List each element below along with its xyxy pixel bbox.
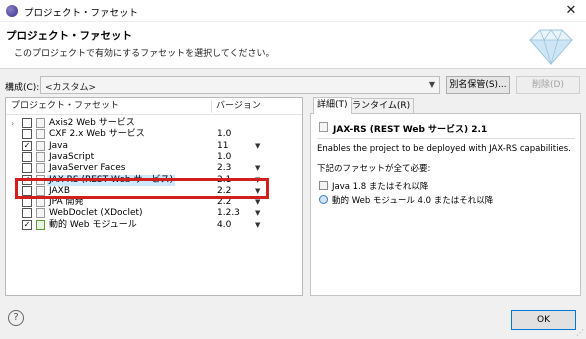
expand-chevron-icon[interactable]: › <box>11 118 14 129</box>
eclipse-icon <box>6 5 18 17</box>
chevron-down-icon: ▼ <box>428 80 435 89</box>
version-dropdown-icon[interactable]: ▼ <box>255 141 260 152</box>
requirements-label: 下記のファセットが全て必要: <box>317 164 431 174</box>
requirement-text: Java 1.8 またはそれ以降 <box>332 182 429 192</box>
folder-icon <box>36 118 45 128</box>
file-icon <box>36 197 45 208</box>
facet-name: Java <box>49 140 69 151</box>
facet-checkbox[interactable] <box>22 208 32 219</box>
details-description: Enables the project to be deployed with … <box>317 144 571 154</box>
facet-version[interactable]: 1.0 <box>217 129 231 140</box>
facet-checkbox[interactable] <box>22 129 32 140</box>
table-header: プロジェクト・ファセット バージョン <box>6 98 302 115</box>
facet-name: JavaScript <box>49 151 95 162</box>
file-icon <box>36 174 45 185</box>
facet-row[interactable]: ✓ JAX-RS (REST Web サービス) 2.1 ▼ <box>6 174 302 186</box>
facet-checkbox[interactable] <box>22 118 32 128</box>
column-header-facet[interactable]: プロジェクト・ファセット <box>11 98 119 115</box>
facet-name: JavaServer Faces <box>49 163 126 174</box>
version-dropdown-icon[interactable]: ▼ <box>255 175 260 186</box>
globe-icon <box>319 195 328 204</box>
file-icon <box>36 151 45 162</box>
facet-row[interactable]: › Axis2 Web サービス <box>6 118 302 129</box>
facet-row[interactable]: WebDoclet (XDoclet) 1.2.3 ▼ <box>6 208 302 219</box>
version-dropdown-icon[interactable]: ▼ <box>255 186 260 197</box>
facet-table: プロジェクト・ファセット バージョン › Axis2 Web サービス CXF 2.… <box>5 97 303 296</box>
java-icon <box>36 140 45 151</box>
facet-row[interactable]: ✓ Java 11 ▼ <box>6 140 302 152</box>
facet-row[interactable]: ✓ 動的 Web モジュール 4.0 ▼ <box>6 219 302 231</box>
facet-checkbox[interactable]: ✓ <box>22 174 32 185</box>
file-icon <box>36 129 45 140</box>
facet-name: JPA 開発 <box>49 197 84 208</box>
facet-version[interactable]: 2.1 <box>217 175 231 186</box>
facet-version[interactable]: 2.2 <box>217 197 231 208</box>
facet-version[interactable]: 1.0 <box>217 152 231 163</box>
diamond-icon <box>529 29 573 66</box>
configuration-select[interactable]: <カスタム> ▼ <box>40 76 440 94</box>
close-icon[interactable]: ✕ <box>556 0 586 22</box>
facet-checkbox[interactable] <box>22 185 32 196</box>
configuration-row: 構成(C): <カスタム> ▼ 別名保管(S)... 削除(D) <box>0 75 586 95</box>
facet-row[interactable]: JavaScript 1.0 <box>6 151 302 163</box>
facet-name: JAX-RS (REST Web サービス) <box>47 174 175 186</box>
details-panel: 詳細(T) ランタイム(R) JAX-RS (REST Web サービス) 2.… <box>310 97 581 296</box>
facet-version[interactable]: 4.0 <box>217 220 231 231</box>
version-dropdown-icon[interactable]: ▼ <box>255 220 260 231</box>
facet-checkbox[interactable] <box>22 197 32 208</box>
help-icon[interactable]: ? <box>8 310 24 326</box>
version-dropdown-icon[interactable]: ▼ <box>255 208 260 219</box>
facet-checkbox[interactable] <box>22 163 32 174</box>
facet-row[interactable]: JavaServer Faces 2.3 ▼ <box>6 163 302 174</box>
page-subtitle: このプロジェクトで有効にするファセットを選択してください。 <box>14 49 275 59</box>
dialog-header: プロジェクト・ファセット このプロジェクトで有効にするファセットを選択してくださ… <box>0 22 586 69</box>
web-icon <box>36 219 45 230</box>
details-title: JAX-RS (REST Web サービス) 2.1 <box>333 125 488 135</box>
requirement-item: 動的 Web モジュール 4.0 またはそれ以降 <box>319 194 493 206</box>
details-body: JAX-RS (REST Web サービス) 2.1 Enables the p… <box>310 113 581 296</box>
file-icon <box>36 208 45 219</box>
facet-row[interactable]: JAXB 2.2 ▼ <box>6 185 302 197</box>
facet-version[interactable]: 1.2.3 <box>217 208 240 219</box>
tab-runtimes[interactable]: ランタイム(R) <box>348 98 415 113</box>
configuration-value: <カスタム> <box>45 83 97 93</box>
version-dropdown-icon[interactable]: ▼ <box>255 197 260 208</box>
divider <box>317 138 575 139</box>
requirement-text: 動的 Web モジュール 4.0 またはそれ以降 <box>332 196 494 206</box>
delete-button[interactable]: 削除(D) <box>516 76 580 94</box>
facet-name: 動的 Web モジュール <box>49 219 137 230</box>
ok-button[interactable]: OK <box>511 310 576 330</box>
version-dropdown-icon[interactable]: ▼ <box>255 163 260 174</box>
window-title: プロジェクト・ファセット <box>24 8 139 19</box>
facet-icon <box>319 122 328 132</box>
title-bar: プロジェクト・ファセット ✕ <box>0 0 586 22</box>
facet-row[interactable]: JPA 開発 2.2 ▼ <box>6 197 302 208</box>
facet-version[interactable]: 2.3 <box>217 163 231 174</box>
column-divider[interactable] <box>211 100 212 113</box>
facet-version[interactable]: 2.2 <box>217 186 231 197</box>
details-tabs: 詳細(T) ランタイム(R) <box>310 97 581 114</box>
facet-checkbox[interactable] <box>22 151 32 162</box>
configuration-label: 構成(C): <box>5 83 40 93</box>
resize-grip-icon[interactable]: ⋰ <box>576 328 584 337</box>
facet-name: JAXB <box>49 185 70 196</box>
file-icon <box>36 185 45 196</box>
save-as-button[interactable]: 別名保管(S)... <box>446 76 510 94</box>
requirement-item: Java 1.8 またはそれ以降 <box>319 180 428 192</box>
page-title: プロジェクト・ファセット <box>6 30 132 42</box>
facet-name: CXF 2.x Web サービス <box>49 129 145 140</box>
column-header-version[interactable]: バージョン <box>216 98 261 115</box>
facet-checkbox[interactable]: ✓ <box>22 140 32 151</box>
file-icon <box>36 163 45 174</box>
facet-name: WebDoclet (XDoclet) <box>49 208 143 219</box>
facet-name: Axis2 Web サービス <box>49 118 135 128</box>
facet-row[interactable]: CXF 2.x Web サービス 1.0 <box>6 129 302 140</box>
tab-details[interactable]: 詳細(T) <box>313 97 352 114</box>
java-icon <box>319 181 328 190</box>
facet-version[interactable]: 11 <box>217 141 228 152</box>
facet-checkbox[interactable]: ✓ <box>22 219 32 230</box>
